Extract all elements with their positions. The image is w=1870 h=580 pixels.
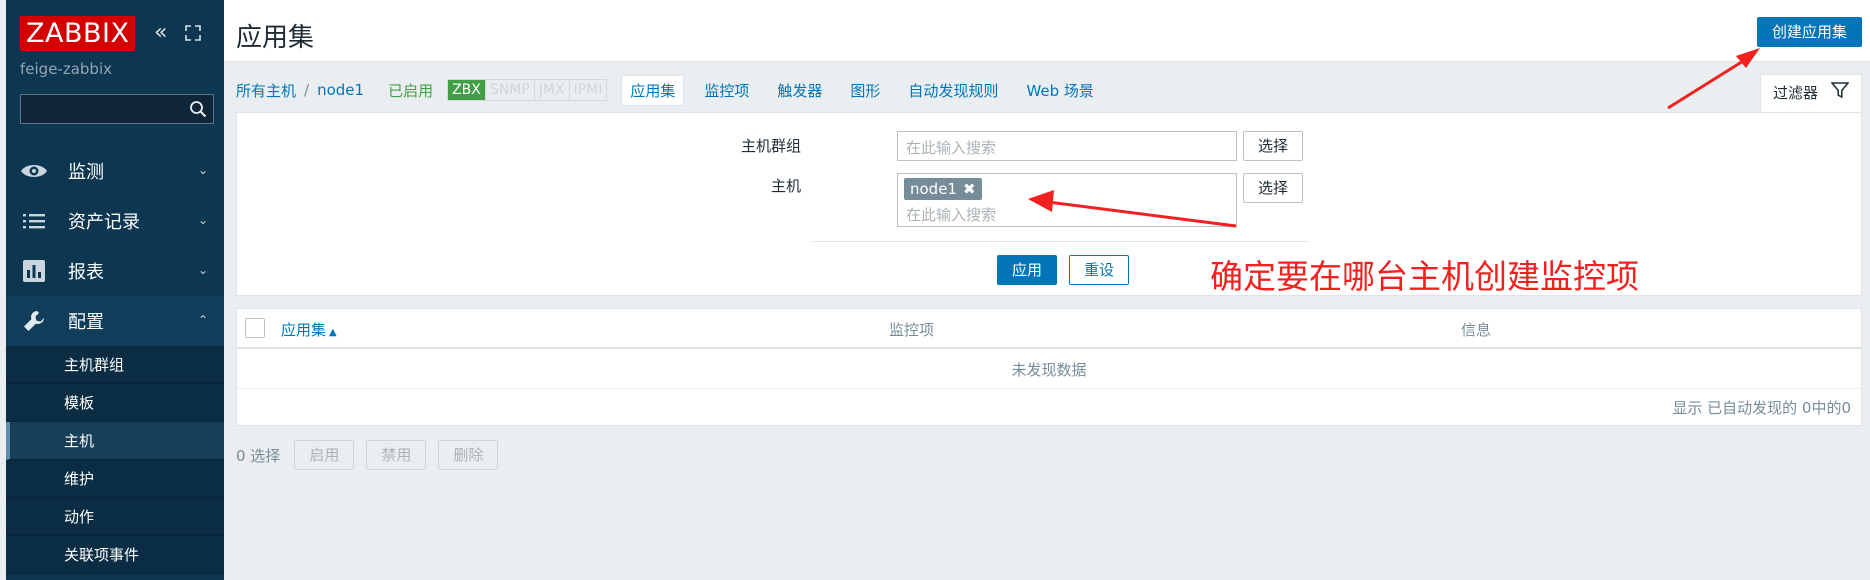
arrow-to-create-button [1667,48,1760,110]
arrow-to-host-field [1028,190,1237,228]
annotation-arrows [1028,48,1760,228]
